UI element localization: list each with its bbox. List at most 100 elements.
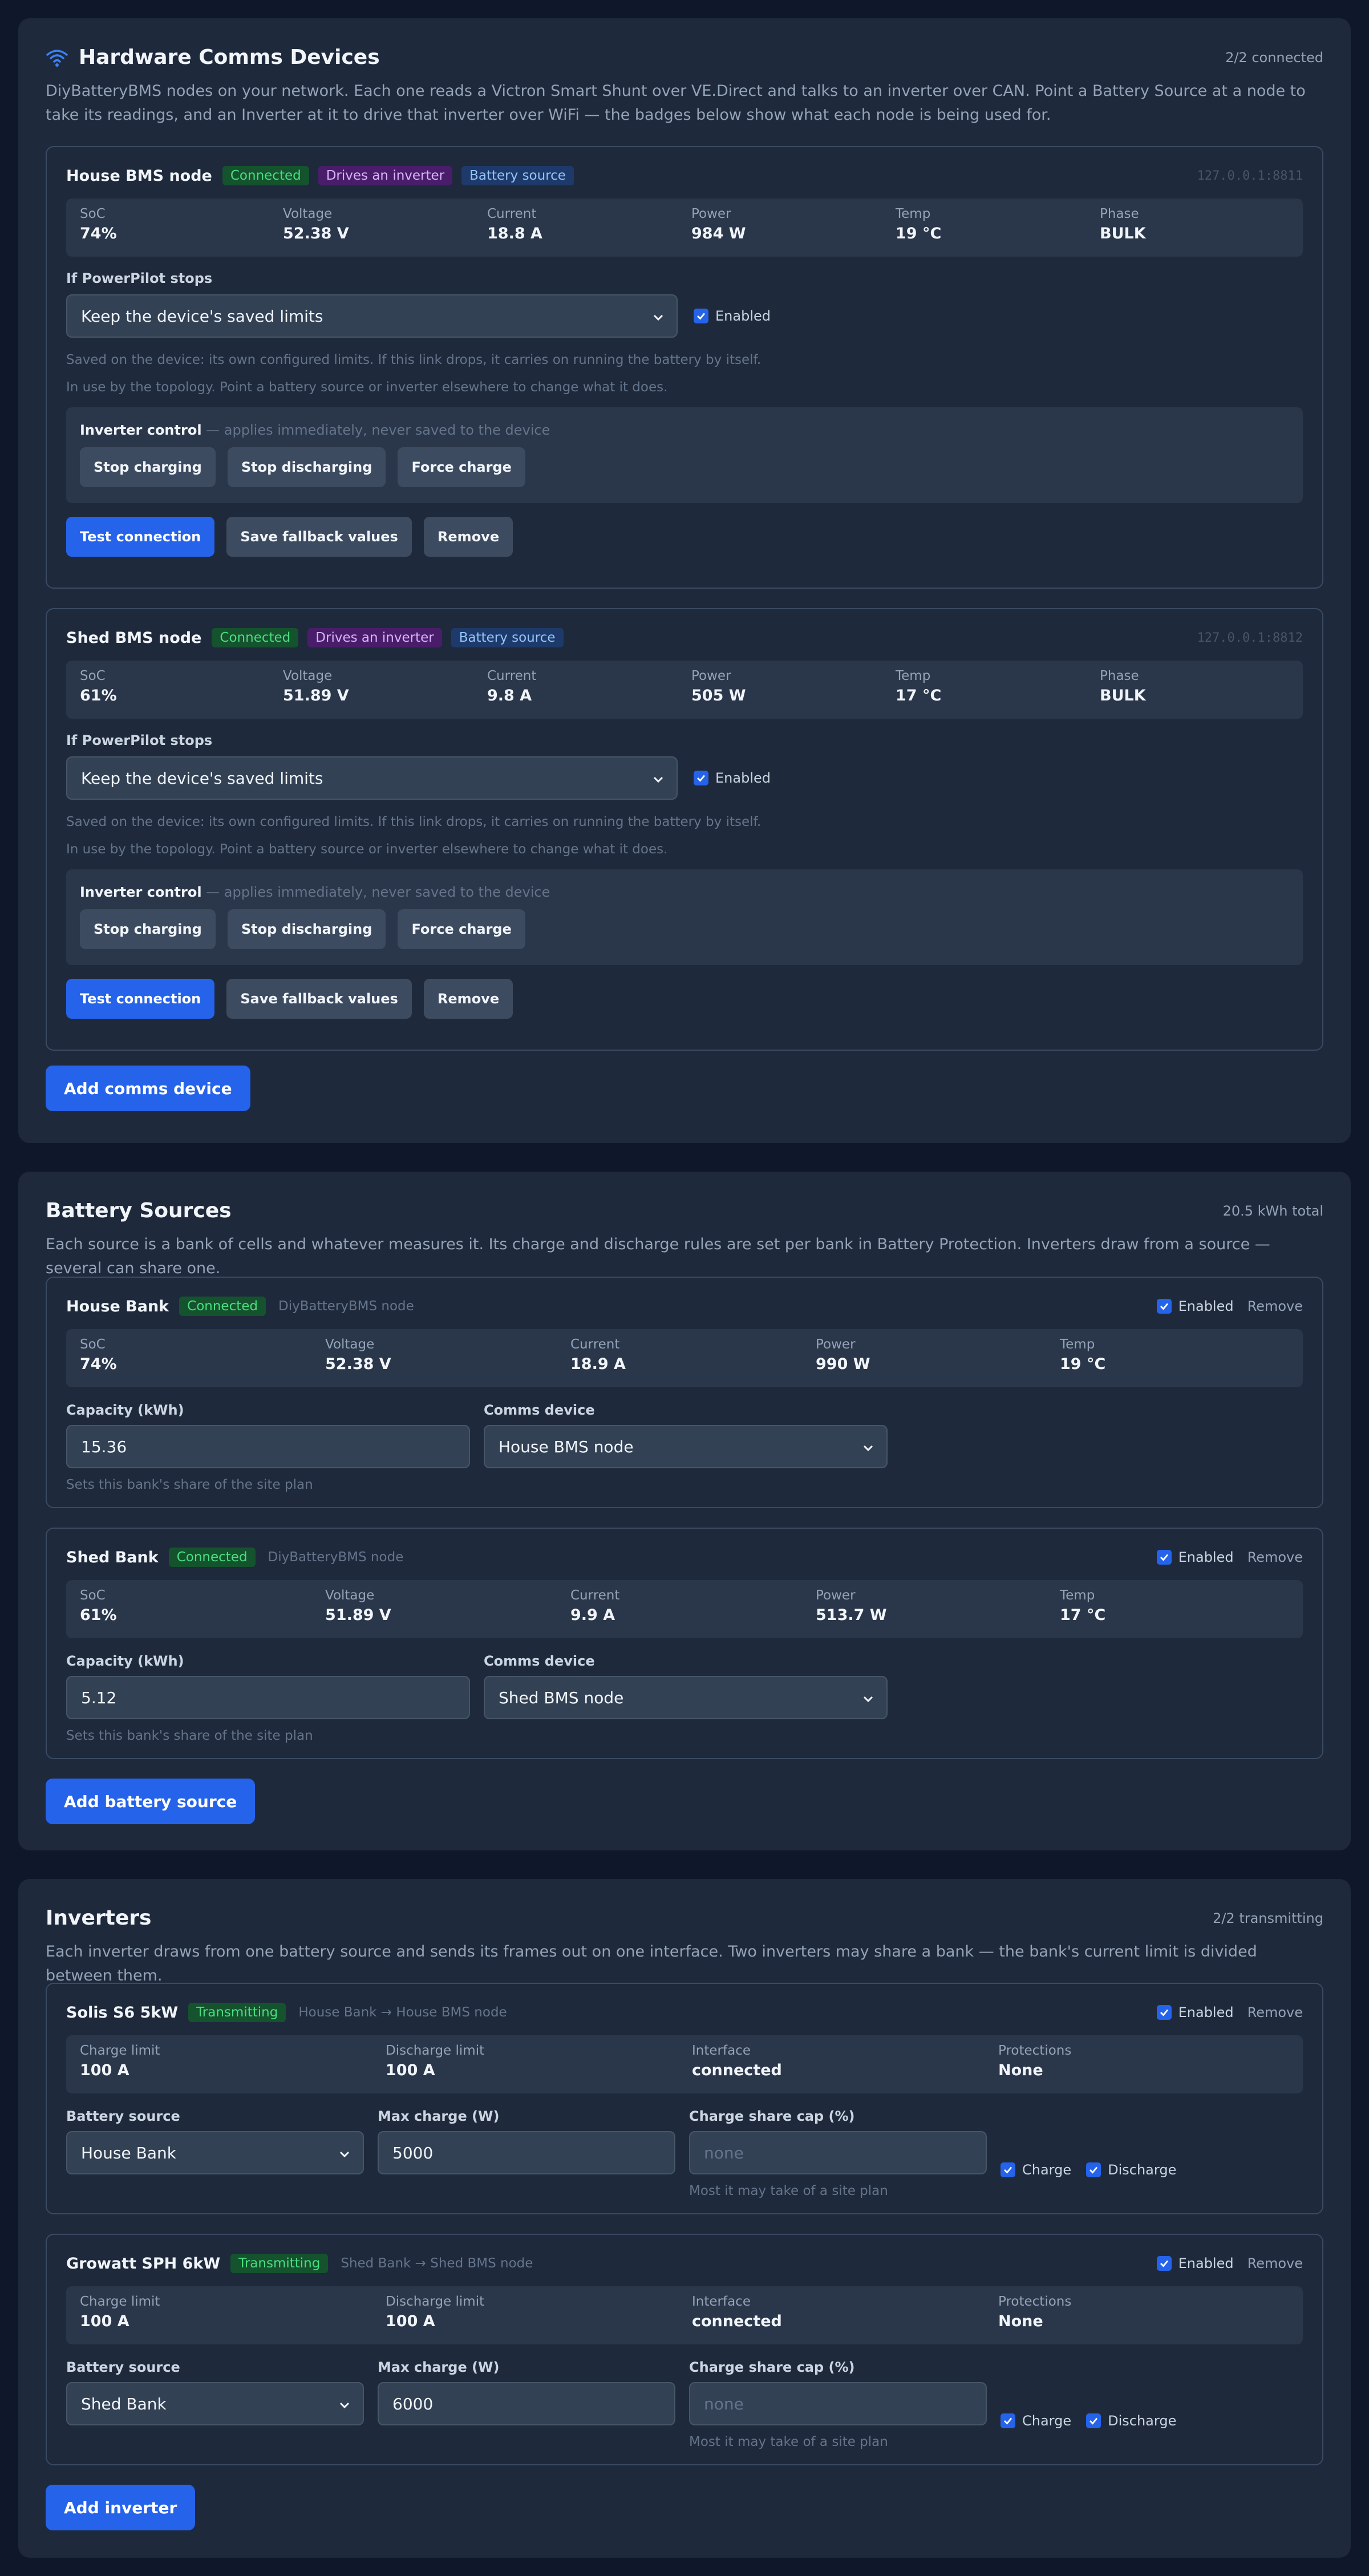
comms-section: Hardware Comms Devices 2/2 connected Diy…: [18, 18, 1351, 1143]
battery-sources-section: Battery Sources 20.5 kWh total Each sour…: [18, 1172, 1351, 1850]
inverter-route: House Bank → House BMS node: [298, 2005, 507, 2020]
comms-device-card: House BMS node Connected Drives an inver…: [46, 146, 1323, 589]
remove-device-button[interactable]: Remove: [423, 979, 513, 1019]
charge-share-cap-field: Charge share cap (%) none Most it may ta…: [689, 2108, 987, 2198]
topology-note: In use by the topology. Point a battery …: [66, 842, 668, 857]
remove-inverter-button[interactable]: Remove: [1248, 2255, 1303, 2271]
charge-share-cap-hint: Most it may take of a site plan: [689, 2435, 888, 2449]
inverter-stats: Charge limit 100 A Discharge limit 100 A I…: [66, 2035, 1303, 2093]
charge-share-cap-input[interactable]: none: [689, 2131, 987, 2174]
source-type: DiyBatteryBMS node: [268, 1550, 404, 1565]
remove-inverter-button[interactable]: Remove: [1248, 2004, 1303, 2020]
fallback-note: Saved on the device: its own configured …: [66, 353, 762, 367]
comms-device-label: Comms device: [484, 1653, 595, 1669]
battery-source-select[interactable]: Shed Bank: [66, 2382, 364, 2425]
force-charge-button[interactable]: Force charge: [398, 447, 525, 487]
fallback-select[interactable]: Keep the device's saved limits: [66, 294, 678, 338]
add-inverter-button[interactable]: Add inverter: [46, 2485, 196, 2530]
charge-checkbox[interactable]: [1001, 2413, 1015, 2428]
inverters-description: Each inverter draws from one battery sou…: [46, 1943, 1257, 1984]
status-badge: Transmitting: [230, 2254, 329, 2273]
fallback-select-value: Keep the device's saved limits: [81, 306, 323, 326]
capacity-input[interactable]: 5.12: [66, 1676, 470, 1719]
max-charge-input[interactable]: 5000: [378, 2131, 675, 2174]
discharge-checkbox[interactable]: [1086, 2162, 1101, 2177]
enabled-checkbox[interactable]: [1156, 2256, 1172, 2271]
comms-field-group: Comms device House BMS node: [484, 1402, 888, 1468]
enabled-label: Enabled: [715, 770, 771, 786]
stat-soc: SoC 61%: [80, 669, 117, 704]
enabled-checkbox[interactable]: [1156, 2005, 1172, 2020]
enabled-label: Enabled: [1178, 2255, 1234, 2271]
stat-discharge-limit: Discharge limit 100 A: [386, 2294, 485, 2330]
fallback-label: If PowerPilot stops: [66, 270, 213, 286]
test-connection-button[interactable]: Test connection: [66, 517, 215, 557]
charge-share-cap-label: Charge share cap (%): [689, 2359, 855, 2375]
comms-device-value: House BMS node: [499, 1437, 634, 1456]
device-address: 127.0.0.1:8811: [1197, 168, 1303, 183]
comms-description: DiyBatteryBMS nodes on your network. Eac…: [46, 82, 1306, 124]
inverter-control-panel: Inverter control — applies immediately, …: [66, 869, 1303, 965]
comms-device-card: Shed BMS node Connected Drives an invert…: [46, 608, 1323, 1051]
max-charge-field: Max charge (W) 6000: [378, 2359, 675, 2425]
charge-label: Charge: [1022, 2413, 1072, 2429]
comms-device-select[interactable]: Shed BMS node: [484, 1676, 888, 1719]
device-stats: SoC 74% Voltage 52.38 V Current 18.8 A Powe…: [66, 199, 1303, 257]
enabled-checkbox[interactable]: [1156, 1299, 1172, 1314]
stop-discharging-button[interactable]: Stop discharging: [227, 447, 386, 487]
force-charge-button[interactable]: Force charge: [398, 909, 525, 949]
max-charge-label: Max charge (W): [378, 2108, 500, 2124]
battery-total-capacity: 20.5 kWh total: [1222, 1202, 1323, 1219]
save-fallback-button[interactable]: Save fallback values: [226, 517, 412, 557]
stat-voltage: Voltage 51.89 V: [283, 669, 349, 704]
charge-checkbox[interactable]: [1001, 2162, 1015, 2177]
comms-device-select[interactable]: House BMS node: [484, 1425, 888, 1468]
topology-note: In use by the topology. Point a battery …: [66, 380, 668, 395]
status-badge: Connected: [222, 166, 309, 185]
stop-charging-button[interactable]: Stop charging: [80, 909, 216, 949]
fallback-select[interactable]: Keep the device's saved limits: [66, 756, 678, 800]
save-fallback-button[interactable]: Save fallback values: [226, 979, 412, 1019]
discharge-checkbox[interactable]: [1086, 2413, 1101, 2428]
check-icon: [1004, 2417, 1012, 2425]
enabled-checkbox[interactable]: [694, 309, 708, 323]
capacity-field-group: Capacity (kWh) 5.12 Sets this bank's sha…: [66, 1653, 470, 1743]
battery-source-select[interactable]: House Bank: [66, 2131, 364, 2174]
stop-charging-button[interactable]: Stop charging: [80, 447, 216, 487]
source-type: DiyBatteryBMS node: [278, 1299, 414, 1314]
device-name: Shed BMS node: [66, 629, 202, 647]
check-icon: [1089, 2417, 1098, 2425]
check-icon: [697, 313, 706, 320]
device-name: House BMS node: [66, 167, 212, 185]
enabled-checkbox[interactable]: [694, 771, 708, 785]
stat-temp: Temp 17 °C: [896, 669, 942, 704]
charge-share-cap-hint: Most it may take of a site plan: [689, 2184, 888, 2198]
device-address: 127.0.0.1:8812: [1197, 630, 1303, 645]
remove-source-button[interactable]: Remove: [1248, 1549, 1303, 1565]
add-comms-device-button[interactable]: Add comms device: [46, 1066, 250, 1111]
remove-device-button[interactable]: Remove: [423, 517, 513, 557]
inverters-title: Inverters: [46, 1906, 152, 1930]
fallback-label: If PowerPilot stops: [66, 732, 213, 748]
comms-title: Hardware Comms Devices: [79, 46, 380, 69]
test-connection-button[interactable]: Test connection: [66, 979, 215, 1019]
battery-source-value: Shed Bank: [81, 2394, 167, 2413]
check-icon: [1089, 2166, 1098, 2174]
max-charge-input[interactable]: 6000: [378, 2382, 675, 2425]
stat-current: Current 18.9 A: [570, 1337, 626, 1373]
fallback-note: Saved on the device: its own configured …: [66, 815, 762, 829]
enabled-checkbox[interactable]: [1156, 1550, 1172, 1565]
stop-discharging-button[interactable]: Stop discharging: [227, 909, 386, 949]
discharge-label: Discharge: [1108, 2413, 1177, 2429]
enabled-label: Enabled: [1178, 2004, 1234, 2020]
chevron-down-icon: [863, 1445, 873, 1452]
status-badge: Connected: [168, 1548, 256, 1567]
stat-phase: Phase BULK: [1100, 206, 1146, 242]
add-battery-source-button[interactable]: Add battery source: [46, 1779, 256, 1824]
capacity-input[interactable]: 15.36: [66, 1425, 470, 1468]
battery-source-field: Battery source Shed Bank: [66, 2359, 364, 2425]
battery-sources-title: Battery Sources: [46, 1199, 232, 1222]
remove-source-button[interactable]: Remove: [1248, 1298, 1303, 1314]
charge-share-cap-input[interactable]: none: [689, 2382, 987, 2425]
check-icon: [1160, 2009, 1168, 2016]
